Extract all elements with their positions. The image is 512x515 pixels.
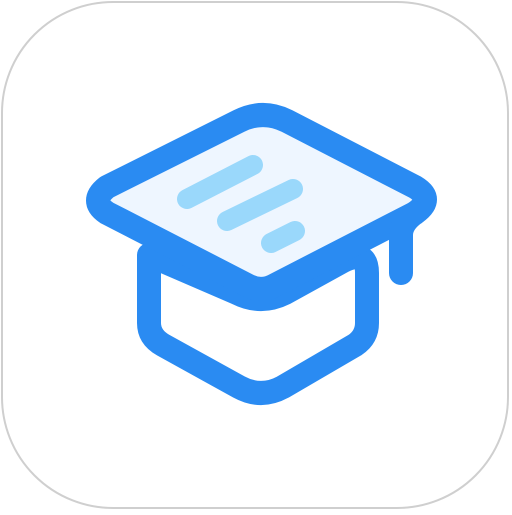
app-icon-tile[interactable]: [1, 1, 509, 509]
tassel: [389, 201, 427, 285]
cap-line-3: [261, 221, 305, 253]
graduation-cap-icon: [86, 103, 437, 405]
